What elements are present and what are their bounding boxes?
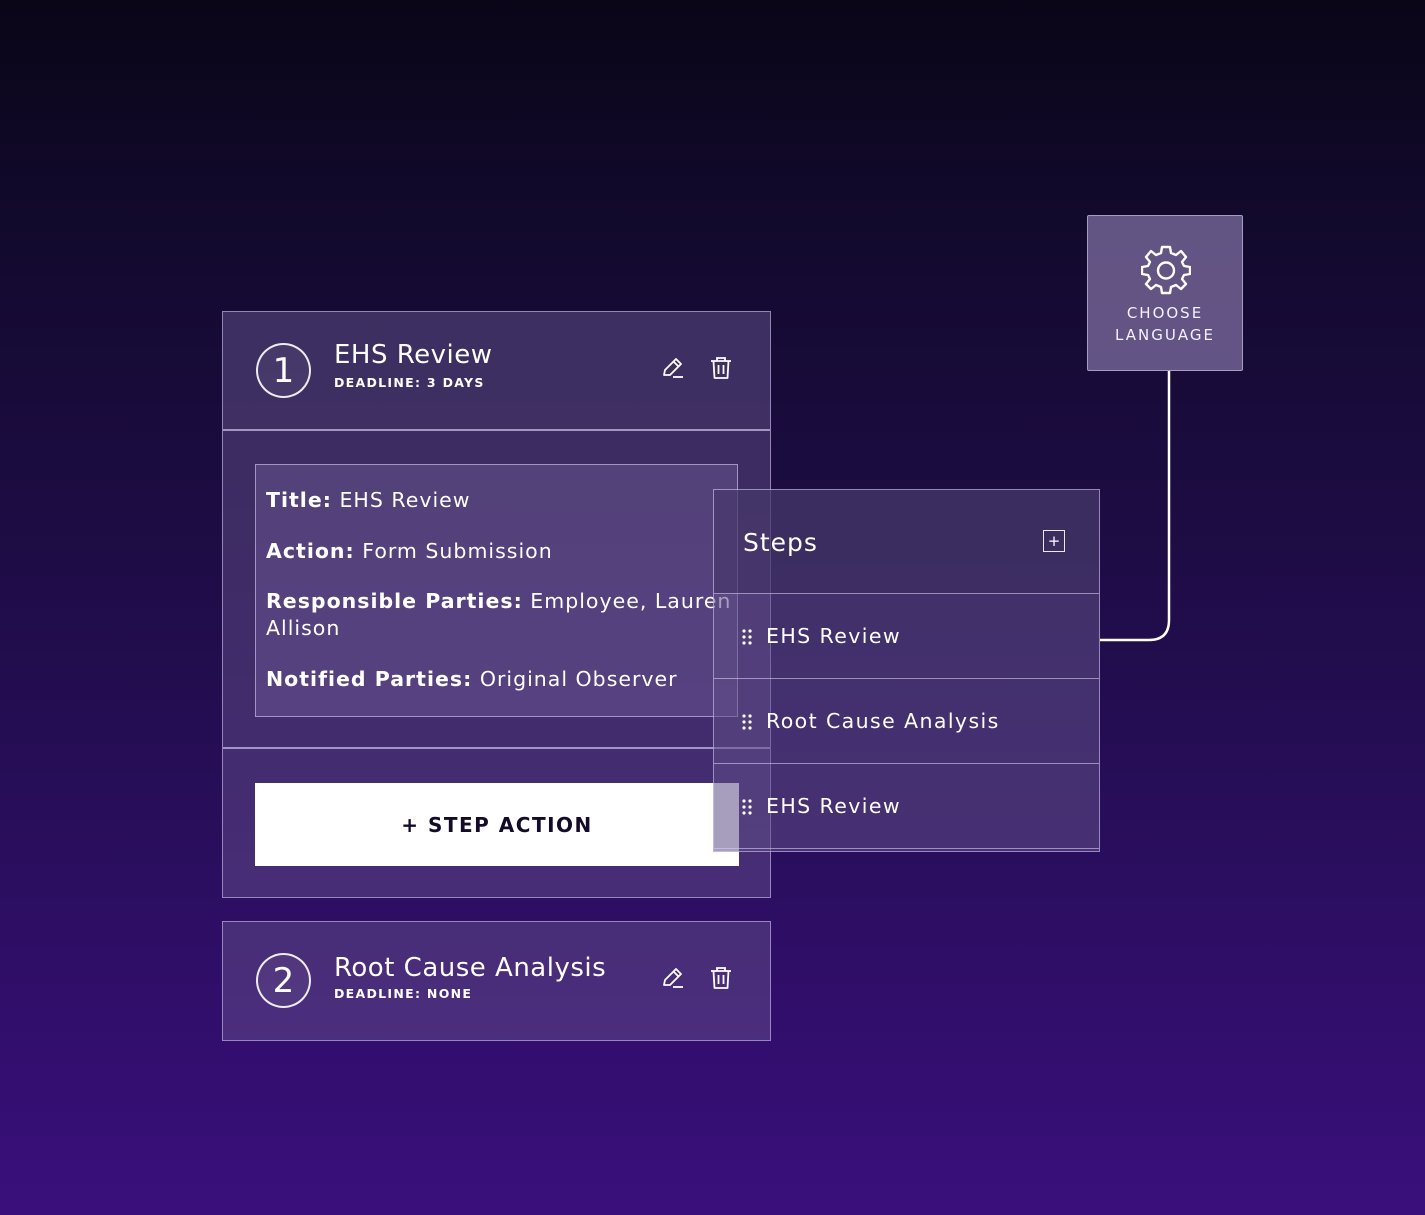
steps-list-item-label: Root Cause Analysis <box>766 709 1000 733</box>
step-deadline: DEADLINE: NONE <box>334 986 473 1001</box>
choose-language-button[interactable]: CHOOSE LANGUAGE <box>1087 215 1243 371</box>
detail-action: Action: Form Submission <box>266 538 553 565</box>
detail-responsible-value: Employee, Lauren <box>530 589 732 613</box>
add-step-button[interactable]: + <box>1043 530 1065 552</box>
steps-panel-header: Steps + <box>714 490 1099 594</box>
detail-title-label: Title: <box>266 488 332 512</box>
detail-responsible: Responsible Parties: Employee, Lauren <box>266 588 731 615</box>
edit-step-button[interactable] <box>658 963 688 993</box>
steps-panel-title: Steps <box>743 528 818 557</box>
drag-handle-icon[interactable] <box>741 713 753 731</box>
steps-list-item[interactable]: EHS Review <box>714 594 1099 679</box>
choose-language-label-line2: LANGUAGE <box>1115 326 1215 344</box>
detail-title-value: EHS Review <box>339 488 471 512</box>
step-title: EHS Review <box>334 340 493 370</box>
detail-notified-label: Notified Parties: <box>266 667 473 691</box>
step-details-box: Title: EHS Review Action: Form Submissio… <box>255 464 738 717</box>
delete-step-button[interactable] <box>706 963 736 993</box>
plus-square-icon: + <box>1047 531 1061 550</box>
drag-handle-icon[interactable] <box>741 798 753 816</box>
trash-icon <box>711 357 731 379</box>
step-card-header: 1 EHS Review DEADLINE: 3 DAYS <box>223 312 770 431</box>
step-card-2: 2 Root Cause Analysis DEADLINE: NONE <box>222 921 771 1041</box>
drag-handle-icon[interactable] <box>741 628 753 646</box>
detail-responsible-continued: Allison <box>266 616 341 640</box>
pencil-icon <box>663 968 683 988</box>
trash-icon <box>711 967 731 989</box>
steps-list-item-label: EHS Review <box>766 794 902 818</box>
pencil-icon <box>663 358 683 378</box>
gear-icon <box>1140 245 1192 295</box>
step-number-badge: 2 <box>256 953 311 1008</box>
detail-notified-value: Original Observer <box>479 667 678 691</box>
detail-responsible-label: Responsible Parties: <box>266 589 523 613</box>
choose-language-label-line1: CHOOSE <box>1126 304 1204 322</box>
step-details-section: Title: EHS Review Action: Form Submissio… <box>223 431 770 749</box>
edit-step-button[interactable] <box>658 353 688 383</box>
detail-notified: Notified Parties: Original Observer <box>266 666 678 693</box>
step-deadline: DEADLINE: 3 DAYS <box>334 375 485 390</box>
steps-list-item[interactable]: EHS Review <box>714 764 1099 849</box>
steps-list-item-label: EHS Review <box>766 624 902 648</box>
delete-step-button[interactable] <box>706 353 736 383</box>
step-title: Root Cause Analysis <box>334 953 607 983</box>
steps-panel: Steps + EHS Review Root Cause Analysis E… <box>713 489 1100 852</box>
add-step-action-button[interactable]: + STEP ACTION <box>255 783 739 866</box>
step-number-badge: 1 <box>256 343 311 398</box>
detail-title: Title: EHS Review <box>266 487 471 514</box>
detail-action-value: Form Submission <box>362 539 553 563</box>
step-card-1: 1 EHS Review DEADLINE: 3 DAYS Title: EHS… <box>222 311 771 898</box>
detail-action-label: Action: <box>266 539 355 563</box>
steps-list-item[interactable]: Root Cause Analysis <box>714 679 1099 764</box>
